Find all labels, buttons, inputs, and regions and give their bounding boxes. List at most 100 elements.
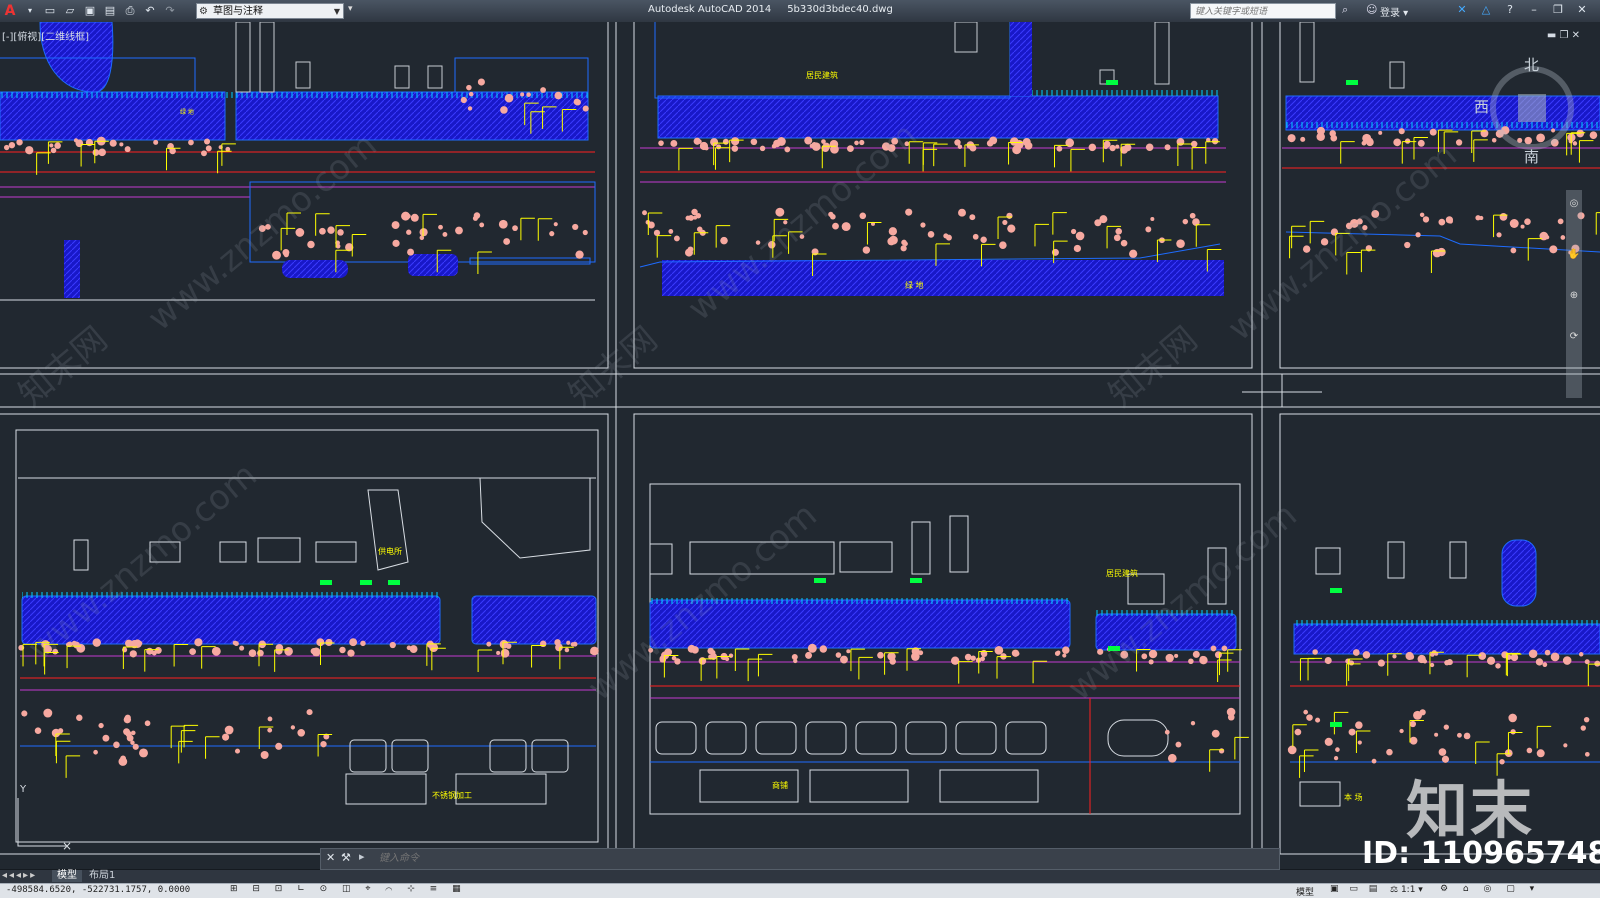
marker-symbol: [360, 580, 372, 585]
login-button[interactable]: 登录 ▾: [1380, 4, 1408, 19]
minimize-icon[interactable]: ▬: [1547, 30, 1556, 41]
plant-symbol: [73, 641, 81, 649]
svg-text:居民建筑: 居民建筑: [806, 70, 838, 80]
quick-access-toolbar: A ▾ ▭ ▱ ▣ ▤ ⎙ ↶ ↷: [0, 2, 180, 20]
plant-symbol: [1535, 658, 1544, 666]
plant-symbol: [970, 655, 976, 661]
leader-line: [1536, 725, 1552, 749]
sheet-5: 居民建筑 商铺: [633, 413, 1253, 855]
plant-symbol: [1584, 751, 1590, 757]
customize-qa-icon[interactable]: ▾: [348, 4, 353, 14]
plant-symbol: [1109, 144, 1116, 152]
plant-symbol: [119, 142, 124, 147]
tab-layout1[interactable]: 布局1: [84, 870, 120, 882]
plant-symbol: [1287, 745, 1297, 755]
leader-line: [757, 653, 773, 677]
plant-symbol: [1176, 239, 1185, 248]
plant-symbol: [49, 143, 54, 148]
plant-symbol: [498, 219, 508, 229]
help-icon[interactable]: ?: [1503, 3, 1517, 17]
status-model-button[interactable]: 模型: [1296, 885, 1314, 898]
plant-symbol: [846, 649, 851, 654]
wrench-icon[interactable]: ⚒: [341, 851, 351, 864]
svg-text:商铺: 商铺: [772, 780, 788, 790]
close-icon[interactable]: ✕: [1575, 3, 1589, 17]
leader-line: [183, 724, 199, 748]
plant-symbol: [1320, 238, 1329, 246]
command-prompt-icon[interactable]: ▸: [359, 850, 365, 863]
restore-icon[interactable]: ❐: [1551, 3, 1565, 17]
plant-symbol: [685, 248, 693, 257]
plant-symbol: [139, 748, 148, 758]
tab-model[interactable]: 模型: [52, 870, 82, 882]
leader-line: [958, 661, 973, 684]
plant-symbol: [75, 139, 84, 148]
orbit-icon[interactable]: ⟳: [1566, 331, 1582, 342]
open-file-icon[interactable]: ▱: [63, 4, 77, 18]
save-as-icon[interactable]: ▤: [103, 4, 117, 18]
workspace-select[interactable]: ⚙ 草图与注释 ▼: [196, 3, 344, 19]
binoculars-icon[interactable]: ⌕: [1342, 3, 1348, 17]
plant-symbol: [1306, 714, 1313, 721]
navigation-bar[interactable]: ◎ ✋ ⊕ ⟳: [1566, 190, 1582, 398]
plant-symbol: [391, 221, 400, 230]
layout-view-icons[interactable]: ▣ ▭ ▤: [1330, 884, 1381, 894]
leader-line: [1052, 212, 1067, 235]
viewport-controls-label[interactable]: [-][俯视][二维线框]: [2, 28, 89, 43]
minimize-icon[interactable]: –: [1527, 3, 1541, 17]
plant-symbol: [1455, 139, 1463, 146]
steering-wheel-icon[interactable]: ◎: [1566, 198, 1582, 209]
pan-icon[interactable]: ✋: [1566, 249, 1582, 260]
plant-symbol: [275, 647, 283, 655]
plant-symbol: [123, 715, 132, 724]
plant-symbol: [1499, 213, 1508, 221]
search-input[interactable]: 键入关键字或短语: [1190, 3, 1336, 19]
app-menu-arrow-icon[interactable]: ▾: [23, 4, 37, 18]
plant-symbol: [1007, 224, 1016, 233]
leader-line: [1195, 224, 1211, 247]
plant-symbol: [1362, 651, 1371, 659]
leader-line: [858, 656, 873, 680]
plant-symbol: [295, 228, 305, 237]
a360-icon[interactable]: △: [1479, 3, 1493, 17]
close-icon[interactable]: ✕: [326, 851, 335, 864]
user-icon[interactable]: ☺: [1366, 3, 1377, 16]
plant-symbol: [1371, 758, 1377, 764]
plant-symbol: [496, 650, 501, 655]
save-icon[interactable]: ▣: [83, 4, 97, 18]
plant-symbol: [771, 143, 777, 149]
print-icon[interactable]: ⎙: [123, 4, 137, 18]
plant-symbol: [1218, 748, 1225, 754]
new-file-icon[interactable]: ▭: [43, 4, 57, 18]
plant-symbol: [999, 241, 1007, 249]
redo-icon[interactable]: ↷: [163, 4, 177, 18]
drafting-toggles[interactable]: ⊞ ⊟ ⊡ ∟ ⊙ ◫ ⌖ ⌒ ⊹ ≡ ▦: [230, 884, 467, 894]
app-menu-icon[interactable]: A: [3, 4, 17, 18]
drawing-canvas[interactable]: 绿 地 居民建筑 绿 地 供电所 不锈钢加工 Y × 居民建筑 商铺 本 场 w…: [0, 22, 1600, 869]
layout-nav-arrows[interactable]: ◂◂◂▸▸: [2, 870, 37, 881]
command-input[interactable]: [377, 850, 1261, 868]
viewcube-top-face[interactable]: [1518, 94, 1546, 122]
plant-symbol: [1560, 235, 1566, 240]
annotation-scale[interactable]: ⚖ 1:1 ▾: [1390, 885, 1423, 895]
marker-symbol: [1106, 80, 1118, 85]
leader-line: [866, 221, 882, 245]
restore-icon[interactable]: ❐: [1559, 30, 1568, 41]
command-line[interactable]: ✕ ⚒ ▸: [320, 848, 1280, 870]
leader-line: [1466, 654, 1482, 678]
leader-line: [205, 736, 220, 759]
plant-symbol: [8, 141, 16, 149]
exchange-icon[interactable]: ✕: [1455, 3, 1469, 17]
plant-symbol: [1115, 228, 1123, 235]
viewcube[interactable]: 北 西 南: [1474, 56, 1584, 166]
leader-line: [1136, 649, 1151, 672]
plant-symbol: [1366, 138, 1374, 147]
close-icon[interactable]: ✕: [1572, 30, 1580, 41]
undo-icon[interactable]: ↶: [143, 4, 157, 18]
status-tray-icons[interactable]: ⚙ ⌂ ◎ ▢ ▾: [1440, 884, 1540, 894]
plant-symbol: [1335, 747, 1340, 752]
plant-symbol: [272, 250, 281, 260]
plant-symbol: [460, 96, 467, 104]
zoom-icon[interactable]: ⊕: [1566, 290, 1582, 301]
leader-line: [1191, 147, 1207, 170]
